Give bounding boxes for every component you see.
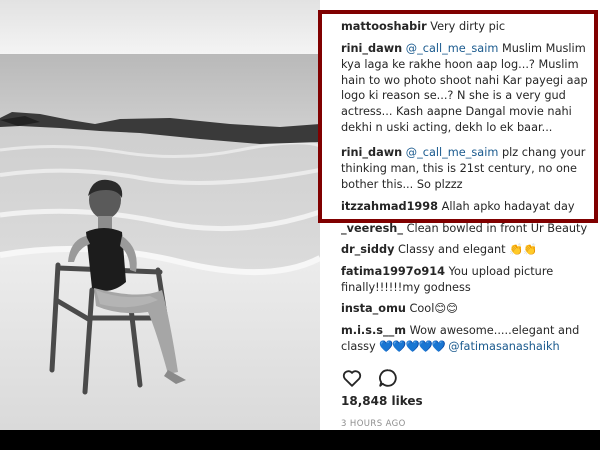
post-photo: [0, 0, 320, 430]
comment-text: Clean bowled in front Ur Beauty: [406, 222, 588, 235]
comment-text: Classy and elegant 👏👏: [398, 243, 538, 256]
comment-username[interactable]: fatima1997o914: [341, 265, 445, 278]
comment: rini_dawn @_call_me_saim Muslim Muslim k…: [341, 41, 599, 136]
heart-icon[interactable]: [341, 367, 363, 389]
comment-mention[interactable]: @_call_me_saim: [406, 146, 499, 159]
comment-mention[interactable]: @fatimasanashaikh: [448, 340, 559, 353]
comments-panel: mattooshabir Very dirty pic rini_dawn @_…: [320, 0, 600, 430]
comment: insta_omu Cool😊😊: [341, 301, 599, 317]
comment: itzzahmad1998 Allah apko hadayat day: [341, 199, 599, 215]
comment-username[interactable]: _veeresh_: [341, 222, 403, 235]
comment: mattooshabir Very dirty pic: [341, 19, 599, 35]
post-time: 3 HOURS AGO: [341, 419, 406, 429]
comment-text: Cool😊😊: [409, 302, 458, 315]
comment-username[interactable]: m.i.s.s__m: [341, 324, 406, 337]
instagram-post: mattooshabir Very dirty pic rini_dawn @_…: [0, 0, 600, 430]
comment: _veeresh_ Clean bowled in front Ur Beaut…: [341, 221, 599, 237]
comment-username[interactable]: rini_dawn: [341, 42, 402, 55]
comment: rini_dawn @_call_me_saim plz chang your …: [341, 145, 599, 192]
comment-bubble-icon[interactable]: [377, 367, 399, 389]
comment-username[interactable]: dr_siddy: [341, 243, 394, 256]
comment-username[interactable]: rini_dawn: [341, 146, 402, 159]
comment-username[interactable]: itzzahmad1998: [341, 200, 438, 213]
comment: dr_siddy Classy and elegant 👏👏: [341, 242, 599, 258]
comment: fatima1997o914 You upload picture finall…: [341, 264, 599, 296]
comment-text: Very dirty pic: [430, 20, 506, 33]
comment-username[interactable]: insta_omu: [341, 302, 406, 315]
likes-count[interactable]: 18,848 likes: [341, 394, 423, 408]
comment-username[interactable]: mattooshabir: [341, 20, 427, 33]
comment: m.i.s.s__m Wow awesome.....elegant and c…: [341, 323, 599, 355]
comment-text: Muslim Muslim kya laga ke rakhe hoon aap…: [341, 42, 588, 134]
heart-emojis: 💙💙💙💙💙: [379, 339, 445, 353]
bottom-bar: [0, 430, 600, 450]
comment-text: Allah apko hadayat day: [441, 200, 575, 213]
comment-mention[interactable]: @_call_me_saim: [406, 42, 499, 55]
